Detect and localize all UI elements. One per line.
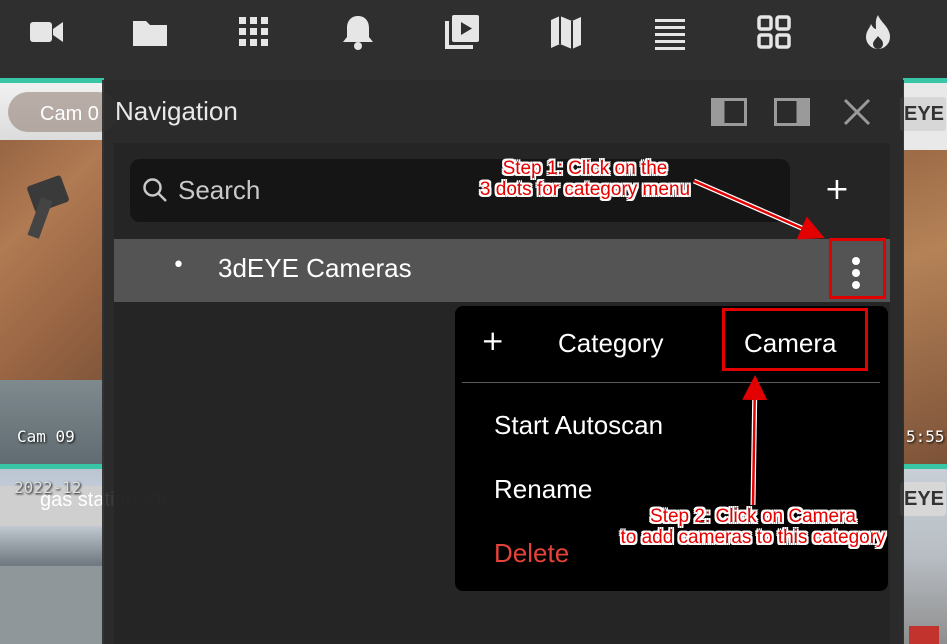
- bell-icon[interactable]: [334, 8, 382, 56]
- category-bullet: •: [172, 253, 185, 278]
- menu-delete[interactable]: Delete: [494, 538, 569, 569]
- panel-title: Navigation: [115, 96, 238, 126]
- step1-annotation: Step 1: Click on the 3 dots for category…: [440, 158, 730, 200]
- camera-tile-right-top[interactable]: [903, 80, 947, 466]
- fire-icon[interactable]: [854, 8, 902, 56]
- dashboard-icon[interactable]: [750, 8, 798, 56]
- step1-line1: Step 1: Click on the: [502, 158, 668, 179]
- video-camera-icon[interactable]: [22, 8, 70, 56]
- top-toolbar: [0, 0, 947, 80]
- highlight-camera-box: [722, 308, 868, 371]
- close-icon[interactable]: [838, 96, 876, 128]
- ground-region: [0, 380, 104, 466]
- search-icon: [143, 178, 167, 202]
- brand-badge: EYE: [900, 97, 946, 131]
- add-category-button[interactable]: +: [822, 175, 852, 205]
- menu-divider: [462, 382, 880, 383]
- folder-icon[interactable]: [126, 8, 174, 56]
- tile-accent-bar: [0, 464, 104, 469]
- highlight-dots-box: [829, 238, 886, 299]
- menu-add-category[interactable]: Category: [558, 328, 664, 359]
- apps-grid-icon[interactable]: [230, 8, 278, 56]
- tile-overlay-time: 5:55: [906, 427, 945, 446]
- step1-line2: 3 dots for category menu: [479, 179, 691, 200]
- map-icon[interactable]: [542, 8, 590, 56]
- tile-accent-bar: [903, 78, 947, 83]
- tile-accent-bar: [0, 78, 104, 83]
- category-label: 3dEYE Cameras: [218, 253, 412, 283]
- menu-rename[interactable]: Rename: [494, 474, 592, 505]
- tile-overlay-text: Cam 09: [17, 427, 75, 446]
- lot-region: [0, 566, 104, 644]
- step2-annotation: Step 2: Click on Camera to add cameras t…: [598, 506, 908, 548]
- app-root: Cam 0 Cam 09 2022-12 52 gas station VIP …: [0, 0, 947, 644]
- tile-camera-name: Cam 0: [40, 103, 99, 125]
- category-row[interactable]: • 3dEYE Cameras: [114, 239, 890, 302]
- dock-left-icon[interactable]: [710, 96, 748, 128]
- step2-line1: Step 2: Click on Camera: [650, 506, 856, 527]
- video-library-icon[interactable]: [438, 8, 486, 56]
- dock-right-icon[interactable]: [773, 96, 811, 128]
- step2-line2: to add cameras to this category: [620, 527, 886, 548]
- camera-tile-cam09[interactable]: [0, 80, 104, 466]
- vehicle-shape: [909, 626, 939, 644]
- tile-accent-bar: [903, 464, 947, 469]
- plus-icon: +: [481, 324, 505, 357]
- menu-start-autoscan[interactable]: Start Autoscan: [494, 410, 663, 441]
- camera-pole-shape: [27, 197, 53, 239]
- list-icon[interactable]: [646, 8, 694, 56]
